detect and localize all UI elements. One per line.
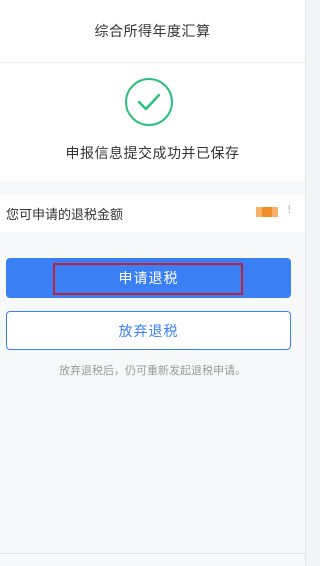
header: 综合所得年度汇算 bbox=[0, 0, 305, 63]
status-message: 申报信息提交成功并已保存 bbox=[65, 146, 240, 162]
refund-amount-row: 您可申请的退税金额 ! bbox=[0, 194, 305, 232]
refund-amount-value bbox=[256, 207, 278, 217]
highlight-annotation bbox=[53, 263, 243, 295]
submission-status-card: 申报信息提交成功并已保存 bbox=[0, 63, 305, 181]
app-frame: 综合所得年度汇算 申报信息提交成功并已保存 您可申请的退税金额 ! 申请退税 放… bbox=[0, 0, 306, 566]
abandon-refund-button[interactable]: 放弃退税 bbox=[6, 311, 291, 350]
abandon-hint-text: 放弃退税后，仍可重新发起退税申请。 bbox=[59, 364, 246, 377]
info-mark: ! bbox=[287, 203, 292, 216]
abandon-refund-label: 放弃退税 bbox=[118, 323, 179, 340]
check-circle-icon bbox=[124, 77, 174, 127]
divider bbox=[0, 553, 305, 554]
page-title: 综合所得年度汇算 bbox=[94, 24, 211, 40]
refund-amount-label: 您可申请的退税金额 bbox=[6, 208, 124, 223]
